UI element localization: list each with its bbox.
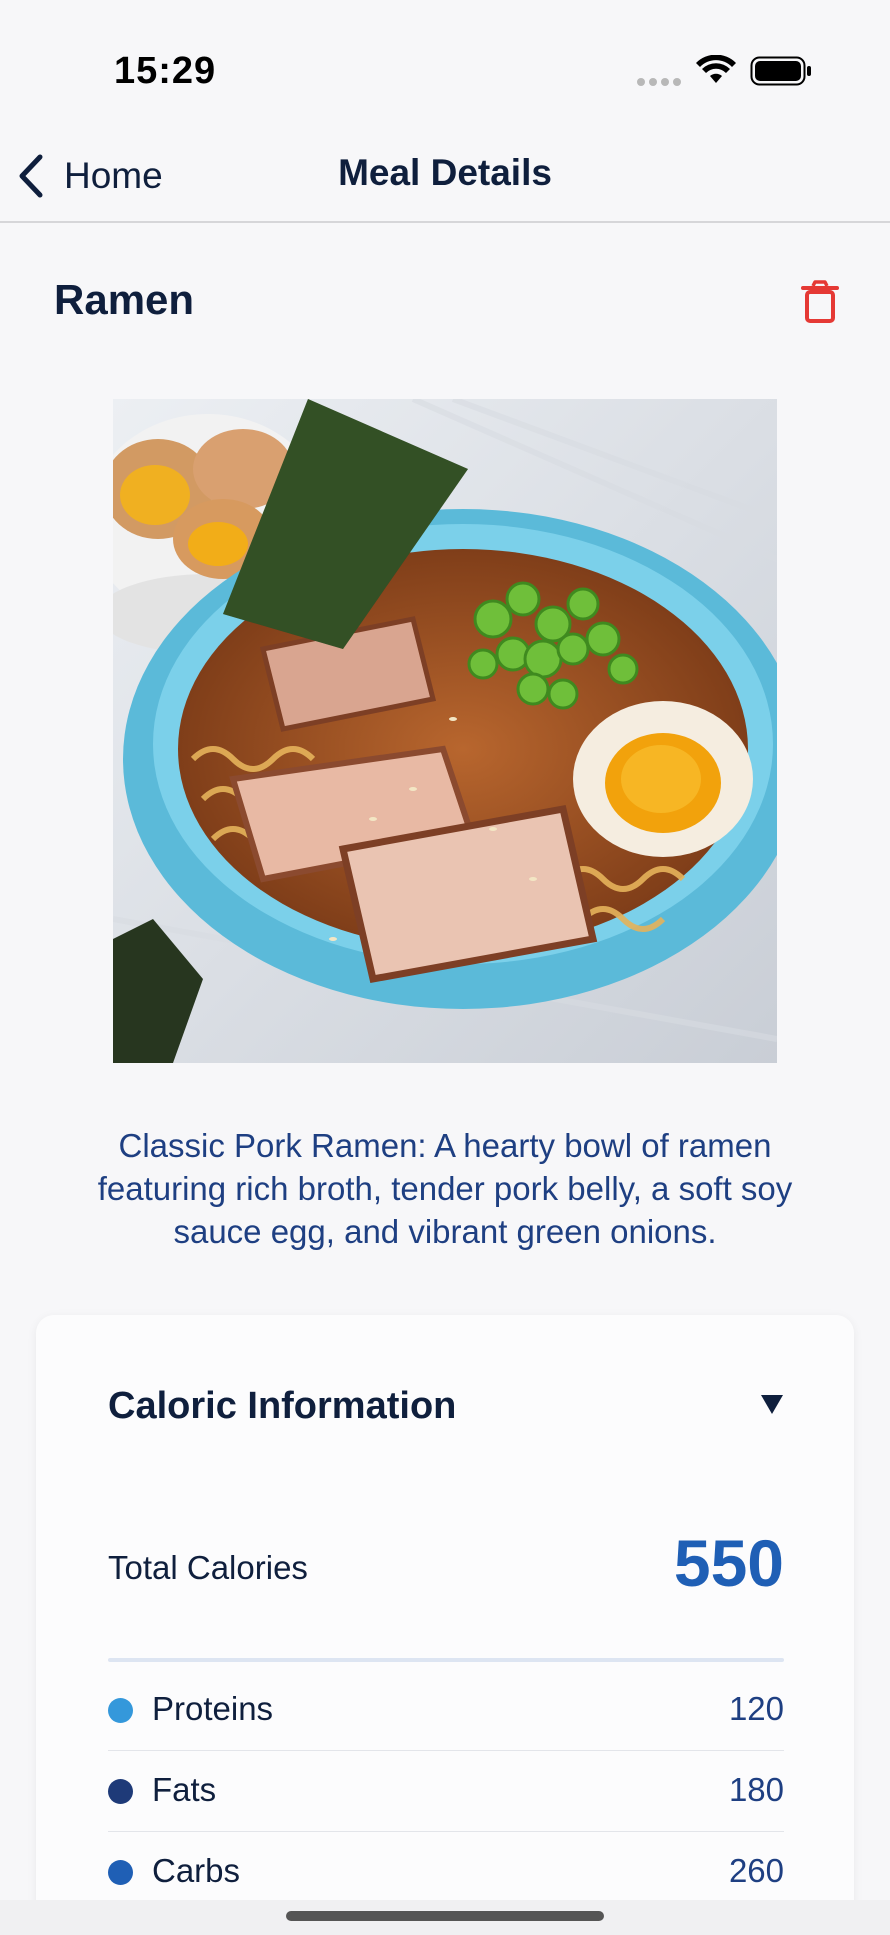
status-time: 15:29 bbox=[114, 50, 217, 92]
cellular-signal-icon bbox=[637, 78, 681, 86]
meal-photo bbox=[113, 399, 777, 1063]
macro-label: Proteins bbox=[152, 1690, 274, 1727]
total-calories-row: Total Calories 550 bbox=[108, 1525, 784, 1605]
macro-value: 180 bbox=[728, 1771, 784, 1808]
macro-label: Fats bbox=[152, 1771, 217, 1808]
macro-value: 120 bbox=[728, 1690, 784, 1727]
divider bbox=[108, 1658, 784, 1662]
macro-row-proteins: Proteins 120 bbox=[108, 1670, 784, 1751]
proteins-color-dot bbox=[108, 1698, 133, 1723]
status-bar: 15:29 bbox=[0, 0, 890, 130]
navigation-bar: Home Meal Details bbox=[0, 130, 890, 223]
wifi-icon bbox=[696, 55, 736, 83]
ramen-bowl-illustration bbox=[113, 399, 777, 1063]
macro-label: Carbs bbox=[152, 1852, 241, 1889]
home-indicator[interactable] bbox=[286, 1911, 604, 1921]
caloric-info-header[interactable]: Caloric Information bbox=[108, 1385, 784, 1445]
meal-name: Ramen bbox=[54, 276, 195, 323]
carbs-color-dot bbox=[108, 1860, 133, 1885]
meal-description: Classic Pork Ramen: A hearty bowl of ram… bbox=[97, 1127, 793, 1250]
macro-row-fats: Fats 180 bbox=[108, 1751, 784, 1832]
total-calories-value: 550 bbox=[673, 1526, 784, 1600]
page-title: Meal Details bbox=[338, 152, 552, 193]
macro-list: Proteins 120 Fats 180 Carbs 260 bbox=[108, 1670, 784, 1913]
caloric-info-title: Caloric Information bbox=[108, 1385, 457, 1427]
caloric-info-card: Caloric Information Total Calories 550 P… bbox=[36, 1315, 854, 1935]
fats-color-dot bbox=[108, 1779, 133, 1804]
triangle-down-icon[interactable] bbox=[760, 1393, 784, 1415]
macro-value: 260 bbox=[728, 1852, 784, 1889]
total-calories-label: Total Calories bbox=[108, 1549, 308, 1586]
trash-icon[interactable] bbox=[800, 280, 840, 324]
battery-icon bbox=[750, 56, 811, 86]
